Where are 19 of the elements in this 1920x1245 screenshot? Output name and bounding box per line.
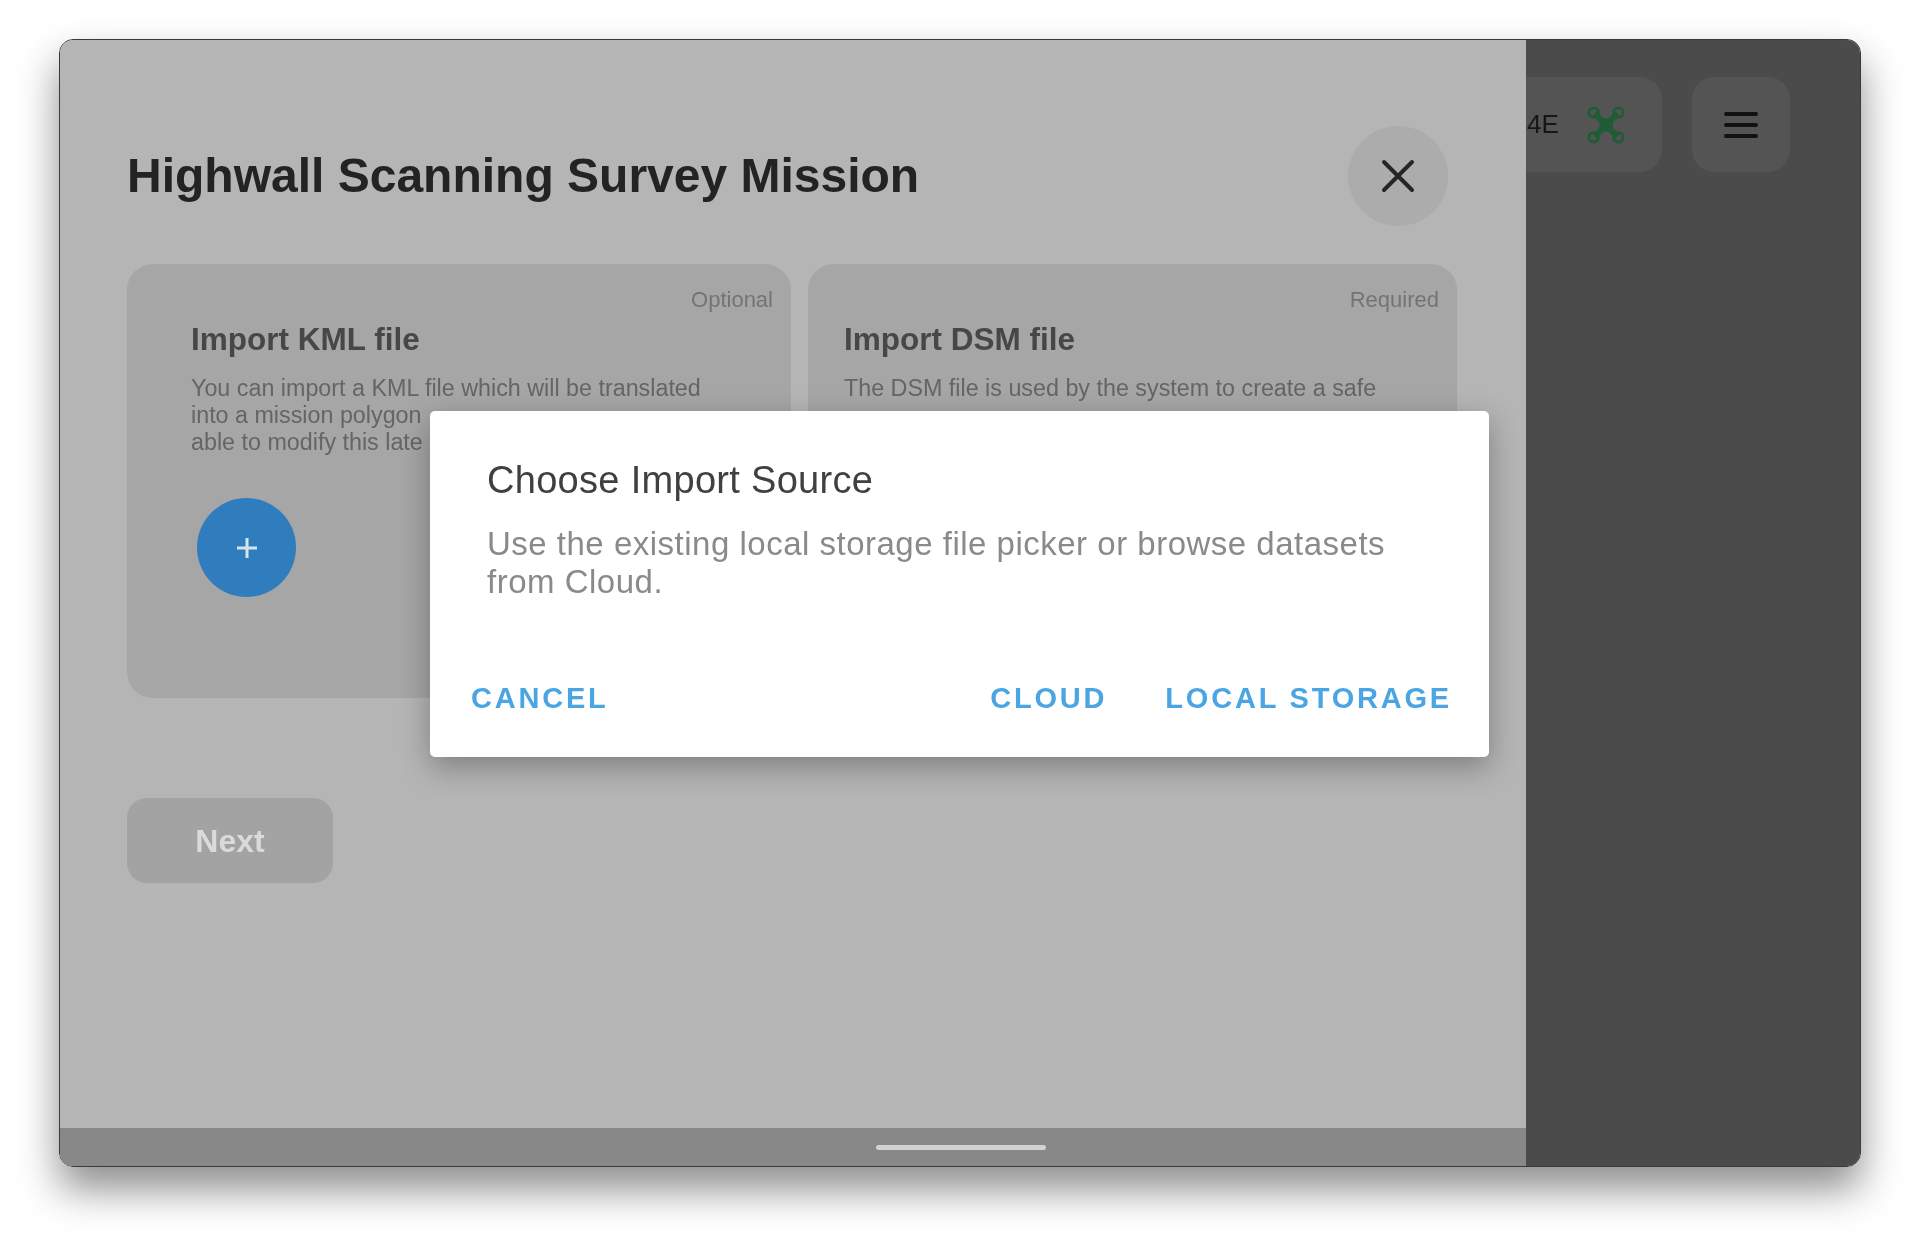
menu-icon <box>1724 111 1758 138</box>
dialog-title: Choose Import Source <box>487 458 874 503</box>
card-description-line: able to modify this late <box>191 429 423 456</box>
plus-icon <box>235 536 258 559</box>
mission-title: Highwall Scanning Survey Mission <box>127 148 920 205</box>
close-icon <box>1381 159 1415 193</box>
dialog-message: Use the existing local storage file picker or browse datasets from Cloud. <box>487 525 1387 601</box>
card-description-line: The DSM file is used by the system to create a safe <box>844 375 1377 402</box>
card-title: Import DSM file <box>844 320 1075 359</box>
card-title: Import KML file <box>191 320 420 359</box>
source-option-button[interactable]: CLOUD <box>974 670 1124 726</box>
home-indicator[interactable] <box>876 1144 1046 1150</box>
drone-button[interactable]: 4E <box>1526 77 1662 172</box>
card-description-line: into a mission polygon <box>191 402 422 429</box>
drone-icon <box>1586 105 1625 144</box>
source-option-button[interactable]: LOCAL STORAGE <box>1149 670 1468 726</box>
menu-button[interactable] <box>1692 77 1790 172</box>
card-description-line: You can import a KML file which will be translated <box>191 375 701 402</box>
cancel-button[interactable]: CANCEL <box>455 670 625 726</box>
